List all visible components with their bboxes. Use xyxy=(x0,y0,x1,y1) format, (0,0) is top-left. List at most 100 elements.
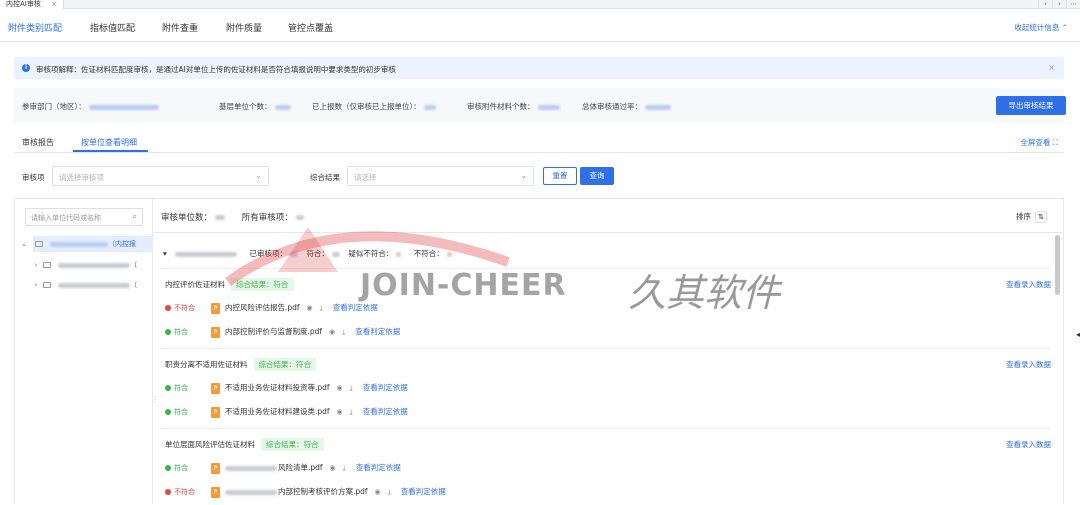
caret-down-icon[interactable]: ▾ xyxy=(163,249,167,258)
error-dot-icon xyxy=(165,305,171,311)
chevron-down-icon: ⌄ xyxy=(255,171,262,180)
result-badge: 综合结果：符合 xyxy=(253,358,316,371)
scrollbar[interactable] xyxy=(1055,235,1060,295)
download-icon[interactable]: ⤓ xyxy=(343,464,346,473)
collapse-handle-icon[interactable]: ◂ xyxy=(1076,330,1080,339)
tab-attachment-dedup[interactable]: 附件查重 xyxy=(162,21,198,34)
result-select[interactable]: 请选择 ⌄ xyxy=(347,166,534,186)
audit-explanation-alert: i 审核项解释：佐证材料匹配度审核，是通过AI对单位上传的佐证材料是否符合填报说… xyxy=(14,57,1064,79)
success-dot-icon xyxy=(165,385,171,391)
file-name[interactable]: 内部控制考核评价方案.pdf xyxy=(278,487,368,496)
eye-icon[interactable]: ◉ xyxy=(307,304,313,312)
audit-item-label: 审核项 xyxy=(22,173,45,182)
pdf-file-icon: P xyxy=(211,382,220,394)
tree-node-root-label[interactable]: （内控报 xyxy=(33,236,153,252)
chevron-left-icon[interactable]: ‹ xyxy=(1038,0,1052,9)
file-name[interactable]: 不适用业务佐证材料投资等.pdf xyxy=(225,383,330,392)
view-judgement-link[interactable]: 查看判定依据 xyxy=(401,487,446,496)
file-row: 符合 P 不适用业务佐证材料投资等.pdf ◉ ⤓ 查看判定依据 xyxy=(165,382,408,396)
blurred-value xyxy=(537,104,560,110)
blurred-value xyxy=(423,104,436,110)
tab-attachment-category-match[interactable]: 附件类别匹配 xyxy=(8,21,62,34)
search-icon: ⌕ xyxy=(132,212,137,221)
tab-control-coverage[interactable]: 管控点覆盖 xyxy=(288,21,333,34)
eye-icon[interactable]: ◉ xyxy=(329,328,335,336)
view-judgement-link[interactable]: 查看判定依据 xyxy=(333,303,378,312)
status-badge: 符合 xyxy=(165,407,211,417)
tree-node-child-1[interactable]: › （ xyxy=(31,257,153,273)
result-label: 综合结果 xyxy=(310,173,340,182)
folder-icon xyxy=(35,241,43,247)
result-badge: 综合结果：符合 xyxy=(261,438,324,451)
blurred-value xyxy=(58,262,130,268)
view-judgement-link[interactable]: 查看判定依据 xyxy=(363,407,408,416)
card-title-text: 单位层面风险评估佐证材料 xyxy=(165,440,255,449)
eye-icon[interactable]: ◉ xyxy=(337,384,343,392)
audit-item-card: 单位层面风险评估佐证材料 综合结果：符合 查看录入数据 符合 P 风险清单.pdf ◉ ⤓… xyxy=(161,428,1051,505)
unit-search-placeholder: 请输入单位代码或名称 xyxy=(31,214,101,222)
status-badge: 符合 xyxy=(165,383,211,393)
stat-dept-label: 参审部门（地区）： xyxy=(22,102,86,111)
download-icon[interactable]: ⤓ xyxy=(342,328,345,337)
file-row: 符合 P 内部控制评价与监督制度.pdf ◉ ⤓ 查看判定依据 xyxy=(165,326,400,340)
status-text: 符合 xyxy=(174,464,188,472)
close-icon[interactable]: × xyxy=(1048,63,1055,72)
window-tab[interactable]: 内控AI审核 × xyxy=(0,0,64,9)
blurred-value xyxy=(225,465,277,471)
fullscreen-link[interactable]: 全屏查看 ⛶ xyxy=(1020,137,1058,148)
status-text: 不符合 xyxy=(174,304,195,312)
pdf-file-icon: P xyxy=(211,302,220,314)
collapse-stats-link[interactable]: 收起统计信息 ⌃ xyxy=(1014,22,1068,33)
status-text: 符合 xyxy=(174,408,188,416)
sort-control[interactable]: 排序 ⇅ xyxy=(1016,211,1047,223)
status-text: 符合 xyxy=(174,328,188,336)
close-icon[interactable]: × xyxy=(51,0,57,9)
pdf-file-icon: P xyxy=(211,406,220,418)
export-results-button[interactable]: 导出审核结果 xyxy=(996,96,1066,115)
audit-item-select[interactable]: 请选择审核项 ⌄ xyxy=(52,166,269,186)
file-row: 不符合 P 内部控制考核评价方案.pdf ◉ ⤓ 查看判定依据 xyxy=(165,486,446,500)
eye-icon[interactable]: ◉ xyxy=(337,408,343,416)
eye-icon[interactable]: ◉ xyxy=(330,464,336,472)
tree-node-root-suffix: （内控报 xyxy=(108,240,136,248)
stat-pass-rate-label: 总体审核通过率： xyxy=(582,102,642,111)
watermark-logo-text-cn: 久其软件 xyxy=(628,271,781,315)
unit-search-input[interactable]: 请输入单位代码或名称 ⌕ xyxy=(25,208,143,226)
sort-icon[interactable]: ⇅ xyxy=(1035,211,1047,223)
download-icon[interactable]: ⤓ xyxy=(320,304,323,313)
reset-button[interactable]: 重置 xyxy=(543,167,577,185)
view-judgement-link[interactable]: 查看判定依据 xyxy=(363,383,408,392)
sort-label: 排序 xyxy=(1016,212,1031,221)
download-icon[interactable]: ⤓ xyxy=(388,488,391,497)
audit-item-title: 职责分离不适用佐证材料 综合结果：符合 xyxy=(165,358,316,371)
file-row: 符合 P 风险清单.pdf ◉ ⤓ 查看判定依据 xyxy=(165,462,401,476)
success-dot-icon xyxy=(165,329,171,335)
file-name[interactable]: 内部控制评价与监督制度.pdf xyxy=(225,327,322,336)
chevron-right-icon[interactable]: › xyxy=(1052,0,1066,9)
eye-icon[interactable]: ◉ xyxy=(375,488,381,496)
view-entry-data-link[interactable]: 查看录入数据 xyxy=(1006,439,1051,450)
view-entry-data-link[interactable]: 查看录入数据 xyxy=(1006,359,1051,370)
file-name[interactable]: 内控风险评估报告.pdf xyxy=(225,303,300,312)
file-name[interactable]: 风险清单.pdf xyxy=(278,463,323,472)
tab-by-unit-detail[interactable]: 按单位查看明细 xyxy=(81,137,137,148)
tab-audit-report[interactable]: 审核报告 xyxy=(22,137,54,148)
audit-item-card: 职责分离不适用佐证材料 综合结果：符合 查看录入数据 符合 P 不适用业务佐证材料投资… xyxy=(161,348,1051,428)
query-button[interactable]: 查询 xyxy=(580,167,614,185)
stat-dept: 参审部门（地区）： xyxy=(22,101,159,112)
view-judgement-link[interactable]: 查看判定依据 xyxy=(355,327,400,336)
download-icon[interactable]: ⤓ xyxy=(350,384,353,393)
status-badge: 不符合 xyxy=(165,487,211,497)
unit-tree-panel: 请输入单位代码或名称 ⌕ ⌄ （内控报 › （ › （ xyxy=(14,198,153,504)
audit-item-placeholder: 请选择审核项 xyxy=(59,173,104,182)
more-icon[interactable]: ⋯ xyxy=(1066,0,1080,9)
caret-right-icon: › xyxy=(34,281,38,289)
tab-attachment-quality[interactable]: 附件质量 xyxy=(226,21,262,34)
tab-indicator-match[interactable]: 指标值匹配 xyxy=(90,21,135,34)
file-name[interactable]: 不适用业务佐证材料建设类.pdf xyxy=(225,407,330,416)
tree-node-child-2[interactable]: › （ xyxy=(31,277,153,293)
view-entry-data-link[interactable]: 查看录入数据 xyxy=(1006,279,1051,290)
alert-text: 审核项解释：佐证材料匹配度审核，是通过AI对单位上传的佐证材料是否符合填报说明中… xyxy=(36,65,396,74)
download-icon[interactable]: ⤓ xyxy=(350,408,353,417)
view-judgement-link[interactable]: 查看判定依据 xyxy=(356,463,401,472)
